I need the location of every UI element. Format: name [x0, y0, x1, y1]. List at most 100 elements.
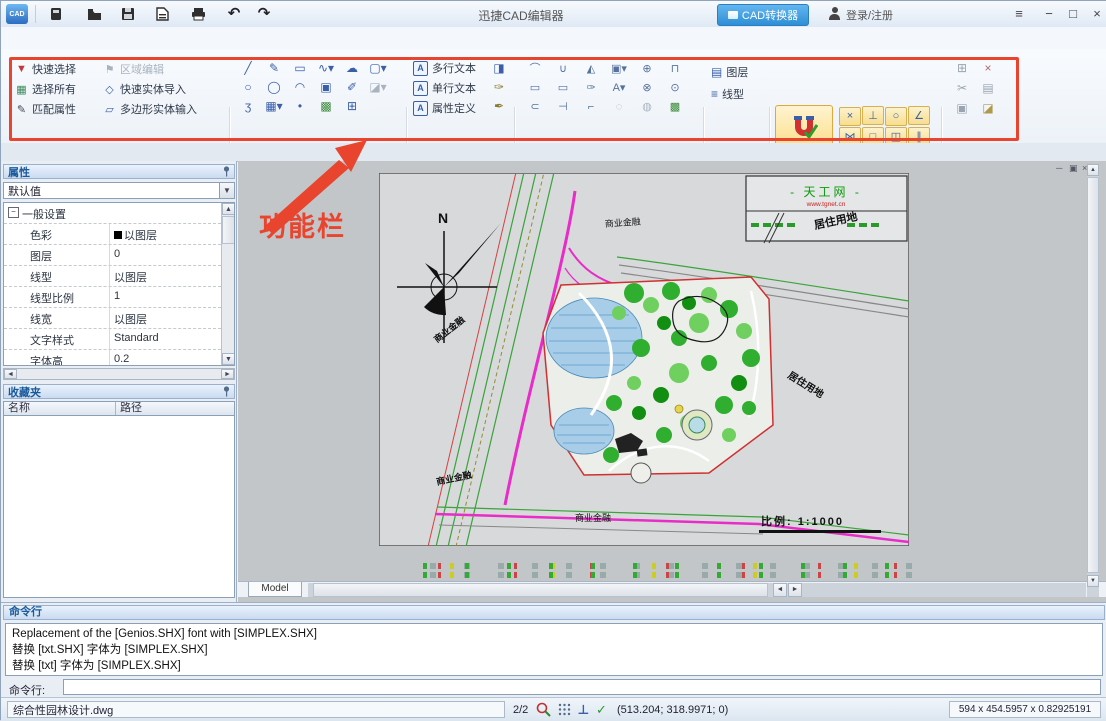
snap-intersection-icon[interactable]: × [839, 106, 861, 126]
text-scale-icon[interactable]: A▾ [605, 78, 633, 97]
dim-arc-icon[interactable]: ⌒ [521, 58, 549, 77]
attribute-define-button[interactable]: A 属性定义 [413, 98, 489, 118]
polygon-entity-input-button[interactable]: ▱ 多边形实体输入 [103, 99, 225, 119]
column-path[interactable]: 路径 [116, 402, 234, 415]
collapse-icon[interactable]: − [8, 207, 19, 218]
linetype-button[interactable]: ≡ 线型 [711, 83, 763, 105]
favorites-panel-header[interactable]: 收藏夹 [3, 384, 235, 399]
arc-tool-icon[interactable]: ◠ [287, 77, 313, 96]
dim-angle-icon[interactable]: ∪ [549, 59, 577, 78]
region-edit-button[interactable]: ⚑ 区域编辑 [103, 59, 225, 79]
tab-model[interactable]: Model [248, 582, 302, 597]
hatch-tool-icon[interactable]: ▦▾ [261, 96, 287, 115]
polyline-tool-icon[interactable]: ∿▾ [313, 58, 339, 77]
region-tool-icon[interactable]: ▢▾ [365, 58, 391, 77]
line-tool-icon[interactable]: ╱ [235, 58, 261, 77]
match-properties-button[interactable]: ✎ 匹配属性 [15, 99, 101, 119]
save-icon[interactable] [119, 6, 137, 22]
open-folder-icon[interactable] [85, 6, 103, 22]
solid-tool-icon[interactable]: ◪▾ [365, 77, 391, 96]
quick-select-button[interactable]: ▼ 快速选择 [15, 59, 101, 79]
measure2-icon[interactable]: ▭ [549, 78, 577, 97]
child-minimize-icon[interactable]: ─ [1056, 163, 1062, 173]
favorites-list[interactable] [3, 416, 235, 598]
snap-perpendicular-icon[interactable]: ⊥ [862, 106, 884, 125]
property-preset-dropdown[interactable]: 默认值 ▼ [3, 182, 235, 199]
cloud-tool-icon[interactable]: ☁ [339, 58, 365, 77]
scroll-thumb[interactable] [222, 216, 234, 244]
group-icon[interactable]: ⊕ [633, 59, 661, 78]
command-panel-header[interactable]: 命令行 [3, 605, 1105, 620]
singleline-text-button[interactable]: A 单行文本 [413, 78, 489, 98]
canvas-vscrollbar[interactable]: ▲ ▼ [1087, 164, 1099, 597]
grid-icon[interactable] [556, 701, 573, 718]
pin-icon[interactable] [222, 386, 231, 397]
clip-icon[interactable]: ⊓ [661, 59, 689, 78]
lock-image-icon[interactable]: ◪ [975, 98, 1001, 118]
scroll-up-icon[interactable]: ▲ [1087, 164, 1099, 176]
viewport-icon[interactable]: ▣▾ [605, 59, 633, 78]
cut-icon[interactable]: ✂ [949, 78, 975, 98]
ortho-icon[interactable]: ⊥ [575, 701, 592, 718]
login-register-link[interactable]: 登录/注册 [846, 7, 893, 23]
redo-icon[interactable]: ↷ [255, 6, 273, 22]
property-scrollbar[interactable]: ▲ ▼ [221, 203, 234, 365]
pin-icon[interactable] [222, 166, 231, 177]
ellipse-tool-icon[interactable]: ◯ [261, 77, 287, 96]
pdf-export-icon[interactable] [153, 6, 171, 22]
select-all-button[interactable]: ▦ 选择所有 [15, 79, 101, 99]
layer-button[interactable]: ▤ 图层 [711, 61, 763, 83]
close-button[interactable]: × [1087, 5, 1106, 23]
scroll-up-icon[interactable]: ▲ [222, 203, 234, 215]
copy-icon[interactable]: ⊞ [949, 58, 975, 78]
scroll-down-icon[interactable]: ▼ [1087, 575, 1099, 587]
measure-icon[interactable]: ▭ [521, 78, 549, 97]
sketch-tool-icon[interactable]: ✎ [261, 58, 287, 77]
cad-converter-button[interactable]: CAD转换器 [717, 4, 809, 26]
snap-angle-icon[interactable]: ∠ [908, 106, 930, 125]
vscroll-thumb[interactable] [1087, 177, 1099, 573]
text-edit-icon[interactable]: ✑ [489, 77, 509, 96]
hscroll-thumb[interactable] [313, 583, 768, 597]
block-tool-icon[interactable]: ▣ [313, 77, 339, 96]
scroll-left-icon[interactable]: ◄ [773, 583, 787, 597]
maximize-button[interactable]: □ [1063, 5, 1083, 23]
rectangle-tool-icon[interactable]: ▭ [287, 58, 313, 77]
export-icon[interactable]: ▩ [661, 97, 689, 116]
pen-tool-icon[interactable]: ✐ [339, 77, 365, 96]
annotate-icon[interactable]: ✑ [577, 78, 605, 97]
fillet-icon[interactable]: ⊂ [521, 97, 549, 116]
scroll-right-icon[interactable]: ► [788, 583, 802, 597]
delete-icon[interactable]: × [975, 58, 1001, 78]
scroll-right-icon[interactable]: ► [221, 369, 234, 379]
drawing-canvas[interactable]: ─ ▣ × N - 天工网 - www.tgnet.cn 居住用地 商业金融 商… [238, 161, 1106, 602]
audit-icon[interactable]: ◍ [633, 97, 661, 116]
properties-panel-header[interactable]: 属性 [3, 164, 235, 179]
zoom-icon[interactable] [535, 701, 552, 718]
drawing-sheet[interactable]: N - 天工网 - www.tgnet.cn 居住用地 商业金融 商业金融 商业… [379, 173, 909, 546]
menu-icon[interactable]: ≡ [1009, 5, 1029, 23]
link-icon[interactable]: ⊗ [633, 78, 661, 97]
command-input[interactable] [63, 679, 1101, 695]
point-tool-icon[interactable]: • [287, 96, 313, 115]
dim-area-icon[interactable]: ◭ [577, 59, 605, 78]
block-edit-icon[interactable]: ▣ [949, 98, 975, 118]
property-hscrollbar[interactable]: ◄ ► [3, 368, 235, 380]
offset-icon[interactable]: ⌐ [577, 97, 605, 116]
table-tool-icon[interactable]: ⊞ [339, 96, 365, 115]
property-group-row[interactable]: − 一般设置 [4, 203, 221, 224]
undo-icon[interactable]: ↶ [225, 6, 243, 22]
paste-icon[interactable]: ▤ [975, 78, 1001, 98]
ole-icon[interactable]: ⊙ [661, 78, 689, 97]
draft-check-icon[interactable]: ✓ [593, 701, 610, 718]
circle-tool-icon[interactable]: ○ [235, 77, 261, 96]
image-tool-icon[interactable]: ▩ [313, 96, 339, 115]
purge-icon[interactable]: ◌ [605, 97, 633, 116]
column-name[interactable]: 名称 [4, 402, 117, 415]
canvas-hscrollbar[interactable]: ◄ ► [308, 583, 1086, 597]
text-style-icon[interactable]: ◨ [489, 58, 509, 77]
command-log[interactable]: Replacement of the [Genios.SHX] font wit… [5, 623, 1103, 676]
scroll-down-icon[interactable]: ▼ [222, 353, 234, 365]
text-field-icon[interactable]: ✒ [489, 96, 509, 115]
scroll-left-icon[interactable]: ◄ [4, 369, 17, 379]
